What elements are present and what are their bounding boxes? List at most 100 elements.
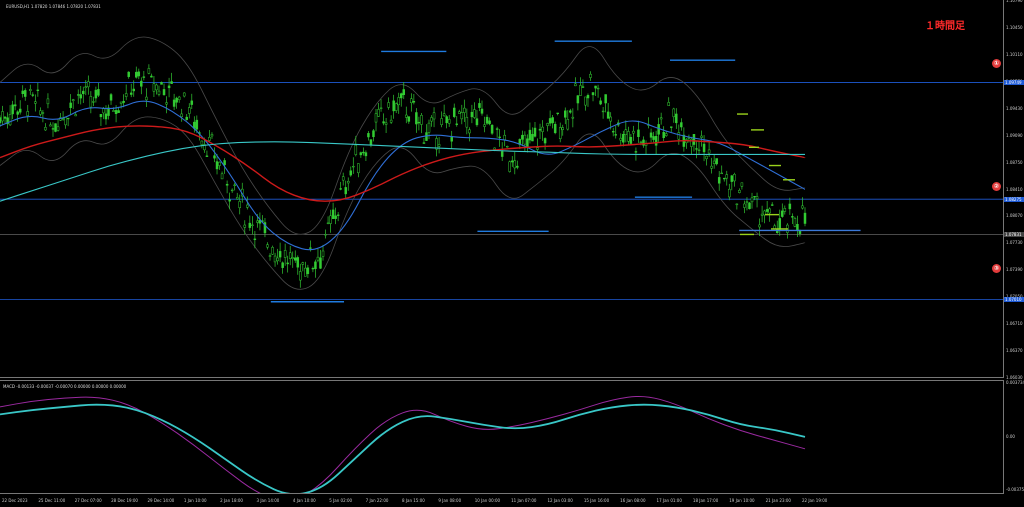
candle-body — [278, 251, 282, 258]
candle-body — [326, 222, 330, 224]
candle-body — [69, 102, 72, 108]
candle-body — [498, 136, 501, 138]
slow-ma-line — [0, 141, 806, 202]
candle-body — [803, 212, 807, 224]
candle-body — [460, 112, 464, 120]
candle-body — [64, 117, 67, 126]
candle-body — [599, 100, 602, 105]
candle-body — [526, 138, 529, 147]
price-tick-label: 1.07730 — [1006, 240, 1023, 246]
candle-body — [160, 82, 163, 85]
candle-body — [84, 86, 88, 88]
candle-body — [34, 101, 37, 104]
candle-body — [538, 128, 542, 131]
candle-body — [253, 238, 257, 240]
candle-body — [0, 117, 2, 124]
candle-body — [591, 92, 595, 96]
candle-body — [157, 90, 161, 95]
time-tick-label: 5 Jan 02:00 — [329, 498, 353, 503]
price-badge: 1.07010 — [1004, 296, 1024, 302]
price-tick-label: 1.06370 — [1006, 348, 1023, 354]
candle-body — [44, 127, 47, 131]
candle-body — [185, 116, 188, 120]
candle-body — [119, 101, 123, 104]
candle-body — [79, 94, 83, 99]
candle-body — [662, 132, 665, 138]
candle-body — [39, 110, 42, 115]
candle-body — [210, 134, 214, 137]
time-tick-label: 9 Jan 08:00 — [438, 498, 462, 503]
price-tick-label: 1.09430 — [1006, 105, 1023, 111]
candle-body — [422, 142, 426, 144]
candle-body — [458, 111, 461, 114]
candle-body — [399, 93, 403, 99]
candle-body — [256, 220, 259, 223]
macd-tick-label: 0.00 — [1006, 433, 1015, 439]
candle-body — [634, 151, 638, 153]
candle-body — [41, 112, 45, 114]
candle-body — [3, 116, 7, 119]
candle-body — [765, 209, 769, 212]
candle-body — [654, 136, 658, 146]
candle-body — [738, 190, 741, 193]
candle-body — [505, 146, 509, 148]
time-tick-label: 27 Dec 07:00 — [74, 498, 102, 503]
candle-body — [667, 102, 670, 106]
chart-header: EURUSD,H1 1.07820 1.07846 1.07820 1.0783… — [6, 4, 101, 9]
candle-body — [415, 112, 418, 125]
candle-body — [162, 89, 166, 96]
candle-body — [652, 136, 655, 140]
candle-body — [172, 99, 176, 107]
candle-body — [114, 110, 118, 115]
candle-body — [104, 113, 108, 120]
candle-body — [238, 201, 241, 208]
time-tick-label: 18 Jan 17:00 — [692, 498, 719, 503]
candle-body — [513, 160, 517, 169]
candle-body — [331, 209, 335, 219]
candle-body — [442, 113, 446, 117]
candle-body — [584, 96, 587, 106]
macd-tick-label: -0.003756 — [1006, 487, 1024, 492]
circle-marker-1: ① — [992, 58, 1001, 68]
candle-body — [13, 104, 17, 107]
candle-body — [369, 139, 373, 146]
candle-body — [614, 134, 617, 136]
candle-body — [299, 271, 302, 281]
candle-body — [213, 155, 216, 159]
candle-body — [344, 187, 347, 195]
candle-body — [374, 113, 378, 123]
candle-body — [362, 151, 365, 154]
circle-marker-3: ③ — [992, 263, 1001, 273]
candle-body — [770, 204, 774, 206]
candle-body — [208, 137, 211, 141]
price-badge: 1.08275 — [1004, 196, 1024, 202]
candle-body — [495, 128, 499, 130]
candle-body — [753, 196, 756, 198]
candle-body — [480, 108, 484, 114]
candle-body — [558, 127, 562, 140]
candle-body — [793, 218, 797, 227]
candle-body — [248, 222, 252, 228]
candle-body — [548, 118, 552, 124]
candle-body — [715, 158, 718, 165]
candle-body — [188, 107, 191, 114]
candle-body — [152, 83, 156, 92]
candle-body — [589, 73, 592, 78]
candle-body — [276, 257, 279, 262]
price-badge: 1.07831 — [1004, 231, 1024, 237]
price-chart[interactable]: EURUSD,H1 1.07820 1.07846 1.07820 1.0783… — [0, 0, 1004, 378]
candle-body — [783, 208, 787, 212]
time-tick-label: 17 Jan 01:00 — [656, 498, 682, 503]
candle-body — [294, 257, 297, 261]
candle-body — [445, 116, 448, 124]
candle-body — [447, 119, 451, 124]
candle-body — [135, 71, 138, 78]
macd-chart[interactable]: MACD -0.00133 -0.00037 -0.00070 0.00000 … — [0, 380, 1004, 494]
macd-axis: 0.003734 0.00 -0.003756 — [1004, 380, 1024, 492]
candle-body — [286, 262, 289, 265]
candle-body — [397, 97, 400, 106]
candle-body — [389, 119, 393, 123]
candle-body — [758, 224, 761, 228]
candle-body — [11, 104, 14, 115]
candle-body — [680, 122, 683, 128]
